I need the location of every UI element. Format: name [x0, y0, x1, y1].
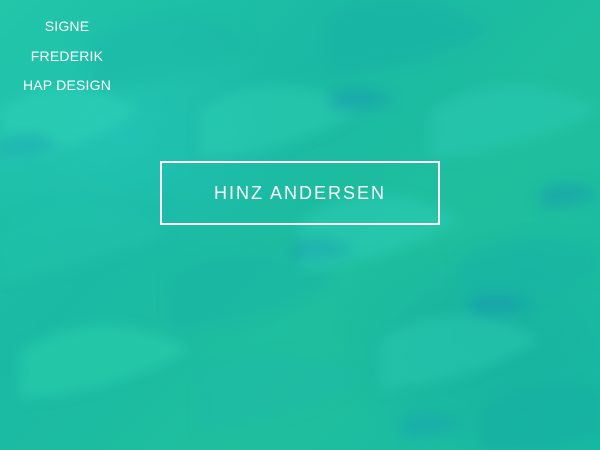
hero-title-box[interactable]: HINZ ANDERSEN — [160, 161, 440, 225]
nav-item-frederik[interactable]: FREDERIK — [31, 42, 103, 72]
hero-title: HINZ ANDERSEN — [213, 182, 387, 203]
main-navigation: SIGNE FREDERIK HAP DESIGN — [0, 12, 134, 101]
nav-item-signe[interactable]: SIGNE — [45, 12, 90, 42]
nav-item-hap-design[interactable]: HAP DESIGN — [23, 71, 111, 101]
